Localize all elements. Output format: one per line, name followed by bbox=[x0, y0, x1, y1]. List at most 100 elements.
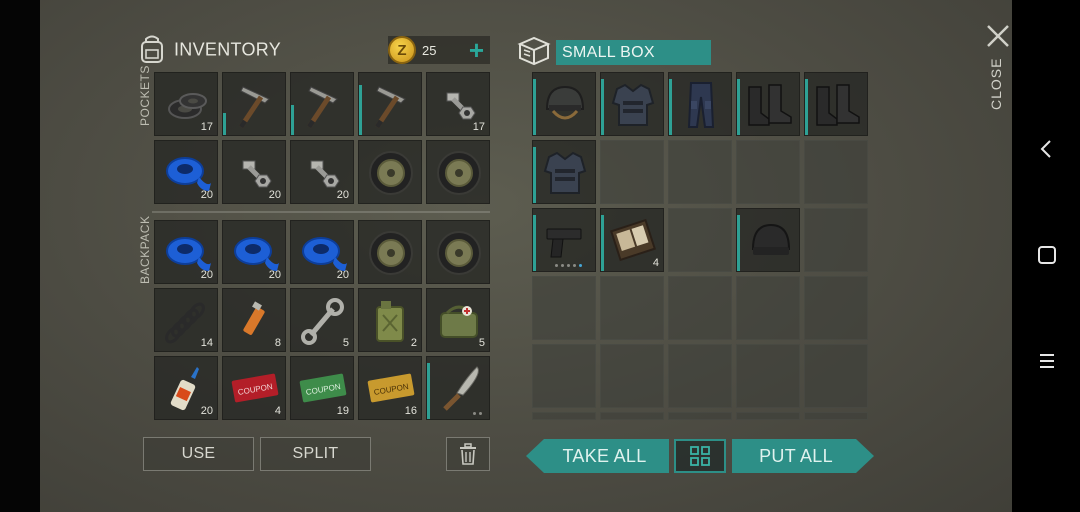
inventory-slot[interactable] bbox=[426, 356, 490, 420]
inventory-slot[interactable]: 20 bbox=[222, 140, 286, 204]
box-slot-empty[interactable] bbox=[600, 412, 664, 420]
close-label[interactable]: CLOSE bbox=[988, 58, 1004, 110]
coin-count: 25 bbox=[422, 42, 437, 58]
durability-bar bbox=[223, 113, 226, 135]
inventory-slot[interactable]: 8 bbox=[222, 288, 286, 352]
boots-icon bbox=[816, 84, 860, 126]
beanie-icon bbox=[751, 223, 791, 255]
inventory-header: INVENTORY bbox=[136, 32, 281, 66]
inventory-slot[interactable]: COUPON 4 bbox=[222, 356, 286, 420]
backpack-label: BACKPACK bbox=[138, 215, 152, 284]
box-slot[interactable] bbox=[532, 140, 596, 204]
box-slot-empty[interactable] bbox=[736, 276, 800, 340]
section-divider bbox=[152, 211, 490, 213]
put-all-button[interactable]: PUT ALL bbox=[732, 439, 874, 473]
box-slot-empty[interactable] bbox=[736, 140, 800, 204]
box-slot-empty[interactable] bbox=[668, 412, 732, 420]
inventory-slot[interactable]: 5 bbox=[426, 288, 490, 352]
box-slot-empty[interactable] bbox=[668, 344, 732, 408]
inventory-slot[interactable]: 20 bbox=[290, 220, 354, 284]
pickaxe-icon bbox=[306, 86, 338, 129]
inventory-slot[interactable] bbox=[358, 72, 422, 136]
left-letterbox bbox=[0, 0, 40, 512]
item-quantity: 17 bbox=[472, 121, 485, 133]
item-quantity: 2 bbox=[410, 337, 417, 349]
medkit-bag-icon bbox=[440, 305, 478, 338]
box-slot[interactable] bbox=[600, 72, 664, 136]
durability-bar bbox=[533, 215, 536, 271]
recent-apps-icon[interactable] bbox=[1036, 350, 1058, 372]
inventory-slot[interactable]: COUPON 16 bbox=[358, 356, 422, 420]
box-slot-empty[interactable] bbox=[668, 208, 732, 272]
box-slot[interactable]: 4 bbox=[600, 208, 664, 272]
inventory-slot[interactable]: 17 bbox=[426, 72, 490, 136]
item-quantity: 4 bbox=[652, 257, 659, 269]
back-icon[interactable] bbox=[1036, 138, 1058, 160]
box-slot-empty[interactable] bbox=[600, 140, 664, 204]
item-quantity: 20 bbox=[200, 269, 213, 281]
inventory-slot[interactable]: 20 bbox=[154, 140, 218, 204]
item-quantity: 20 bbox=[336, 269, 349, 281]
box-slot-empty[interactable] bbox=[736, 344, 800, 408]
inventory-slot[interactable] bbox=[290, 72, 354, 136]
inventory-slot[interactable]: 20 bbox=[290, 140, 354, 204]
sort-grid-button[interactable] bbox=[674, 439, 726, 473]
item-variant-dots bbox=[473, 412, 482, 415]
box-slot-empty[interactable] bbox=[804, 276, 868, 340]
box-slot-empty[interactable] bbox=[668, 276, 732, 340]
box-slot-empty[interactable] bbox=[736, 412, 800, 420]
box-slot[interactable] bbox=[532, 208, 596, 272]
item-quantity: 20 bbox=[268, 189, 281, 201]
box-slot[interactable] bbox=[736, 208, 800, 272]
box-slot-empty[interactable] bbox=[804, 140, 868, 204]
box-slot[interactable] bbox=[532, 72, 596, 136]
item-quantity: 16 bbox=[404, 405, 417, 417]
inventory-slot[interactable]: 5 bbox=[290, 288, 354, 352]
durability-bar bbox=[805, 79, 808, 135]
inventory-slot[interactable] bbox=[222, 72, 286, 136]
box-slot[interactable] bbox=[804, 72, 868, 136]
box-slot[interactable] bbox=[736, 72, 800, 136]
take-all-button[interactable]: TAKE ALL bbox=[526, 439, 669, 473]
inventory-slot[interactable] bbox=[358, 220, 422, 284]
inventory-slot[interactable] bbox=[358, 140, 422, 204]
box-slot-empty[interactable] bbox=[804, 208, 868, 272]
inventory-slot[interactable] bbox=[426, 140, 490, 204]
box-slot-empty[interactable] bbox=[600, 344, 664, 408]
inventory-slot[interactable]: 20 bbox=[154, 356, 218, 420]
inventory-slot[interactable]: 14 bbox=[154, 288, 218, 352]
box-slot-empty[interactable] bbox=[804, 412, 868, 420]
machete-icon bbox=[443, 366, 479, 411]
box-slot-empty[interactable] bbox=[532, 276, 596, 340]
item-variant-dots bbox=[555, 264, 582, 267]
box-slot-empty[interactable] bbox=[668, 140, 732, 204]
trash-button[interactable] bbox=[446, 437, 490, 471]
pickaxe-icon bbox=[238, 86, 270, 129]
coin-balance: Z 25 + bbox=[388, 36, 490, 64]
inventory-slot[interactable]: COUPON 19 bbox=[290, 356, 354, 420]
split-button[interactable]: SPLIT bbox=[260, 437, 371, 471]
add-coins-button[interactable]: + bbox=[469, 37, 484, 63]
item-quantity: 8 bbox=[274, 337, 281, 349]
box-slot[interactable] bbox=[668, 72, 732, 136]
pistol-icon bbox=[546, 228, 582, 258]
box-slot-empty[interactable] bbox=[532, 344, 596, 408]
item-quantity: 20 bbox=[336, 189, 349, 201]
box-slot-empty[interactable] bbox=[600, 276, 664, 340]
pockets-label: POCKETS bbox=[138, 65, 152, 126]
durability-bar bbox=[291, 105, 294, 135]
inventory-slot[interactable]: 17 bbox=[154, 72, 218, 136]
use-button[interactable]: USE bbox=[143, 437, 254, 471]
box-slot-empty[interactable] bbox=[804, 344, 868, 408]
inventory-slot[interactable]: 2 bbox=[358, 288, 422, 352]
box-slot-empty[interactable] bbox=[532, 412, 596, 420]
home-icon[interactable] bbox=[1036, 244, 1058, 266]
inventory-slot[interactable]: 20 bbox=[222, 220, 286, 284]
body-armor-icon bbox=[611, 83, 655, 126]
inventory-slot[interactable]: 20 bbox=[154, 220, 218, 284]
grid-icon bbox=[690, 446, 710, 466]
jerrycan-icon bbox=[376, 301, 404, 342]
item-quantity: 20 bbox=[200, 405, 213, 417]
inventory-slot[interactable] bbox=[426, 220, 490, 284]
close-icon[interactable] bbox=[984, 22, 1012, 50]
